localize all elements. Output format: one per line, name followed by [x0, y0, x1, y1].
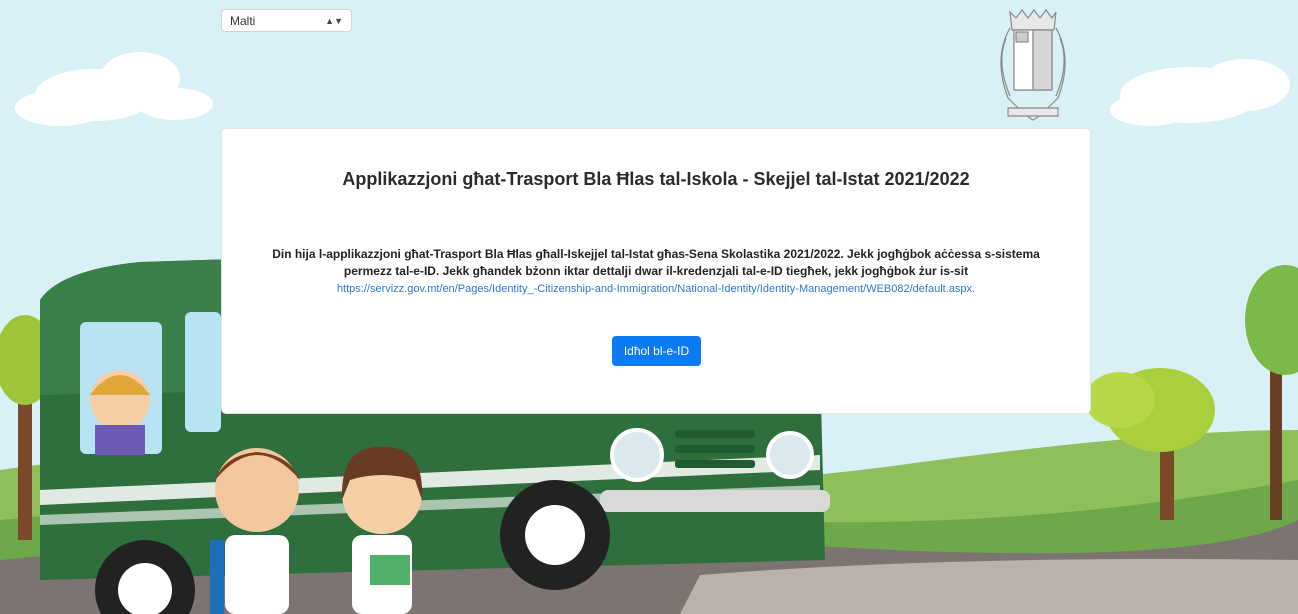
malta-coat-of-arms-icon — [1000, 9, 1066, 121]
card-description: Din hija l-applikazzjoni għat-Trasport B… — [262, 246, 1050, 298]
language-select-value: Malti — [230, 13, 256, 28]
login-eid-button[interactable]: Idħol bl-e-ID — [612, 336, 701, 366]
card-description-line-2: permezz tal-e-ID. Jekk għandek bżonn ikt… — [343, 264, 969, 278]
language-select[interactable]: Malti ▲▼ — [221, 9, 352, 32]
child-in-window — [90, 370, 150, 455]
eid-info-link[interactable]: https://servizz.gov.mt/en/Pages/Identity… — [262, 281, 1050, 298]
card-description-line-1: Din hija l-applikazzjoni għat-Trasport B… — [272, 247, 1040, 261]
updown-arrow-icon: ▲▼ — [325, 15, 343, 26]
page-title: Applikazzjoni għat-Trasport Bla Ħlas tal… — [342, 169, 970, 189]
application-card: Applikazzjoni għat-Trasport Bla Ħlas tal… — [221, 128, 1091, 414]
